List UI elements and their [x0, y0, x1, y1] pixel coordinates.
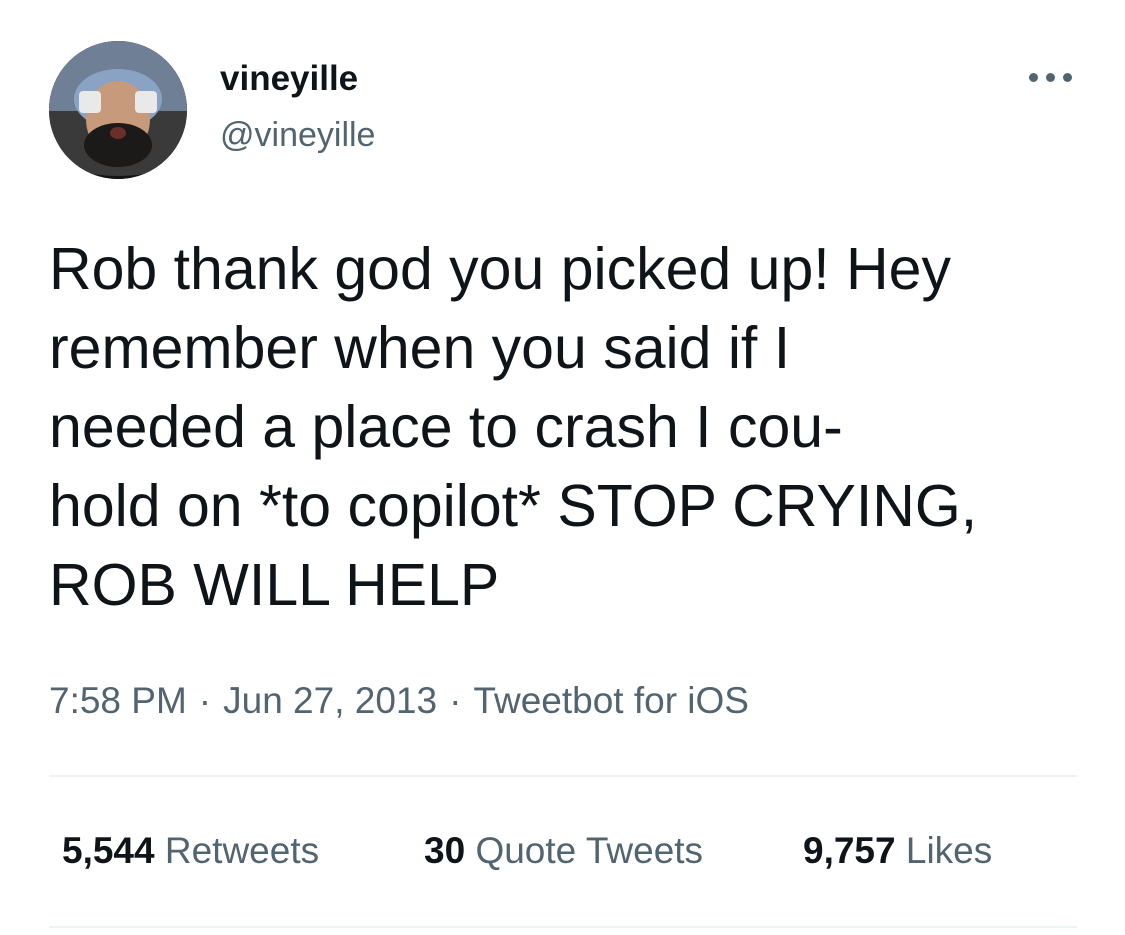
likes-count: 9,757	[803, 830, 896, 871]
tweet-text-line: hold on *to copilot* STOP CRYING,	[49, 473, 978, 539]
retweets-count: 5,544	[62, 830, 155, 871]
tweet-text-line: ROB WILL HELP	[49, 552, 500, 618]
tweet-card: vineyille @vineyille Rob thank god you p…	[0, 0, 1125, 935]
meta-separator: ·	[198, 680, 212, 721]
quote-tweets-label: Quote Tweets	[475, 830, 704, 871]
tweet-text-line: needed a place to crash I cou-	[49, 394, 843, 460]
retweets-stat[interactable]: 5,544 Retweets	[62, 828, 319, 874]
tweet-time[interactable]: 7:58 PM	[49, 680, 187, 721]
tweet-text-line: Rob thank god you picked up! Hey	[49, 236, 951, 302]
likes-stat[interactable]: 9,757 Likes	[803, 828, 992, 874]
meta-separator: ·	[449, 680, 462, 721]
tweet-source[interactable]: Tweetbot for iOS	[473, 680, 749, 721]
display-name[interactable]: vineyille	[220, 58, 358, 100]
retweets-label: Retweets	[164, 830, 320, 871]
quote-tweets-stat[interactable]: 30 Quote Tweets	[424, 828, 703, 874]
tweet-text-line: remember when you said if I	[49, 315, 791, 381]
tweet-text: Rob thank god you picked up! Hey remembe…	[49, 230, 1089, 625]
avatar-image	[49, 41, 187, 179]
tweet-date[interactable]: Jun 27, 2013	[223, 680, 437, 721]
divider	[49, 775, 1077, 777]
quote-tweets-count: 30	[424, 830, 466, 871]
divider	[49, 926, 1077, 928]
avatar[interactable]	[49, 41, 187, 179]
tweet-metadata: 7:58 PM · Jun 27, 2013 · Tweetbot for iOS	[49, 678, 749, 724]
user-handle[interactable]: @vineyille	[220, 114, 375, 156]
more-horizontal-icon[interactable]	[1024, 66, 1078, 90]
likes-label: Likes	[905, 830, 993, 871]
